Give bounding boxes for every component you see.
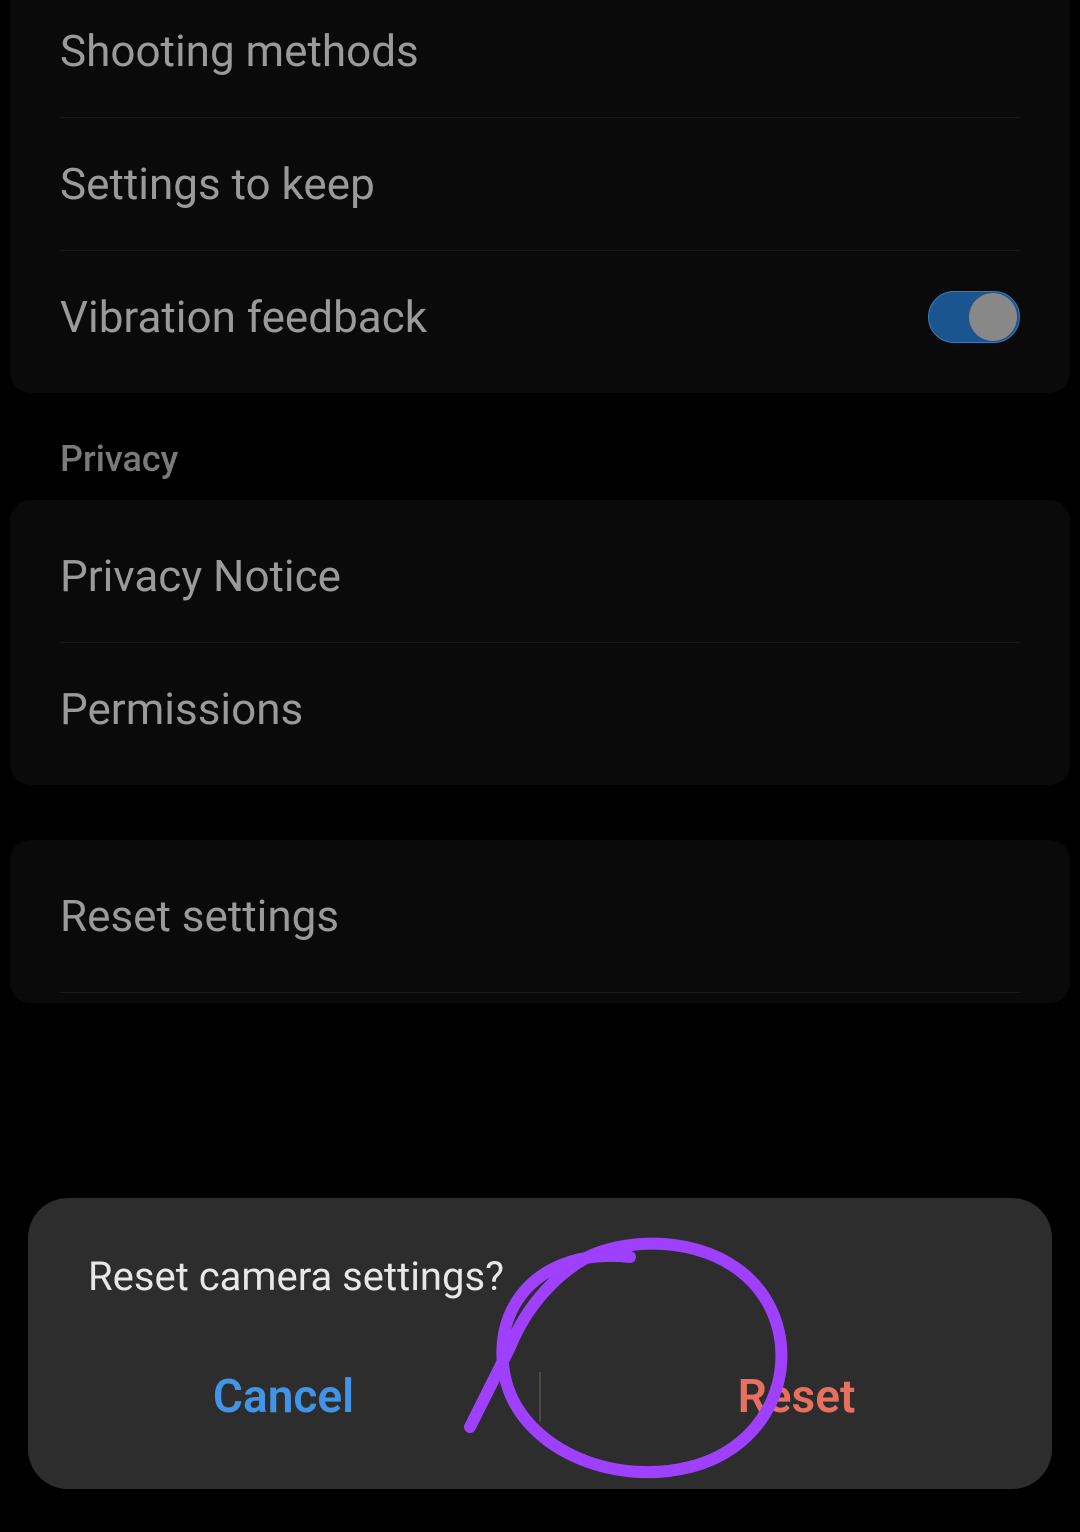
- reset-button[interactable]: Reset: [541, 1350, 1052, 1444]
- settings-item-label: Settings to keep: [60, 158, 375, 210]
- settings-item-label: Permissions: [60, 683, 303, 735]
- privacy-settings-panel: Privacy Notice Permissions: [10, 500, 1070, 785]
- settings-item-privacy-notice[interactable]: Privacy Notice: [10, 510, 1070, 642]
- toggle-knob: [969, 293, 1017, 341]
- settings-item-label: Reset settings: [60, 890, 339, 942]
- settings-item-label: Privacy Notice: [60, 550, 341, 602]
- cancel-button[interactable]: Cancel: [28, 1350, 539, 1444]
- reset-confirmation-dialog: Reset camera settings? Cancel Reset: [28, 1198, 1052, 1489]
- settings-item-vibration-feedback[interactable]: Vibration feedback: [10, 251, 1070, 383]
- settings-item-label: Shooting methods: [60, 25, 419, 77]
- settings-item-shooting-methods[interactable]: Shooting methods: [10, 0, 1070, 117]
- divider: [60, 992, 1020, 993]
- vibration-feedback-toggle[interactable]: [928, 291, 1020, 343]
- settings-item-label: Vibration feedback: [60, 291, 427, 343]
- reset-settings-panel: Reset settings: [10, 840, 1070, 1003]
- settings-item-settings-to-keep[interactable]: Settings to keep: [10, 118, 1070, 250]
- settings-item-permissions[interactable]: Permissions: [10, 643, 1070, 775]
- settings-item-reset-settings[interactable]: Reset settings: [10, 850, 1070, 982]
- privacy-section-header: Privacy: [0, 393, 1080, 500]
- general-settings-panel: Shooting methods Settings to keep Vibrat…: [10, 0, 1070, 393]
- dialog-title: Reset camera settings?: [28, 1253, 1052, 1350]
- dialog-buttons: Cancel Reset: [28, 1350, 1052, 1444]
